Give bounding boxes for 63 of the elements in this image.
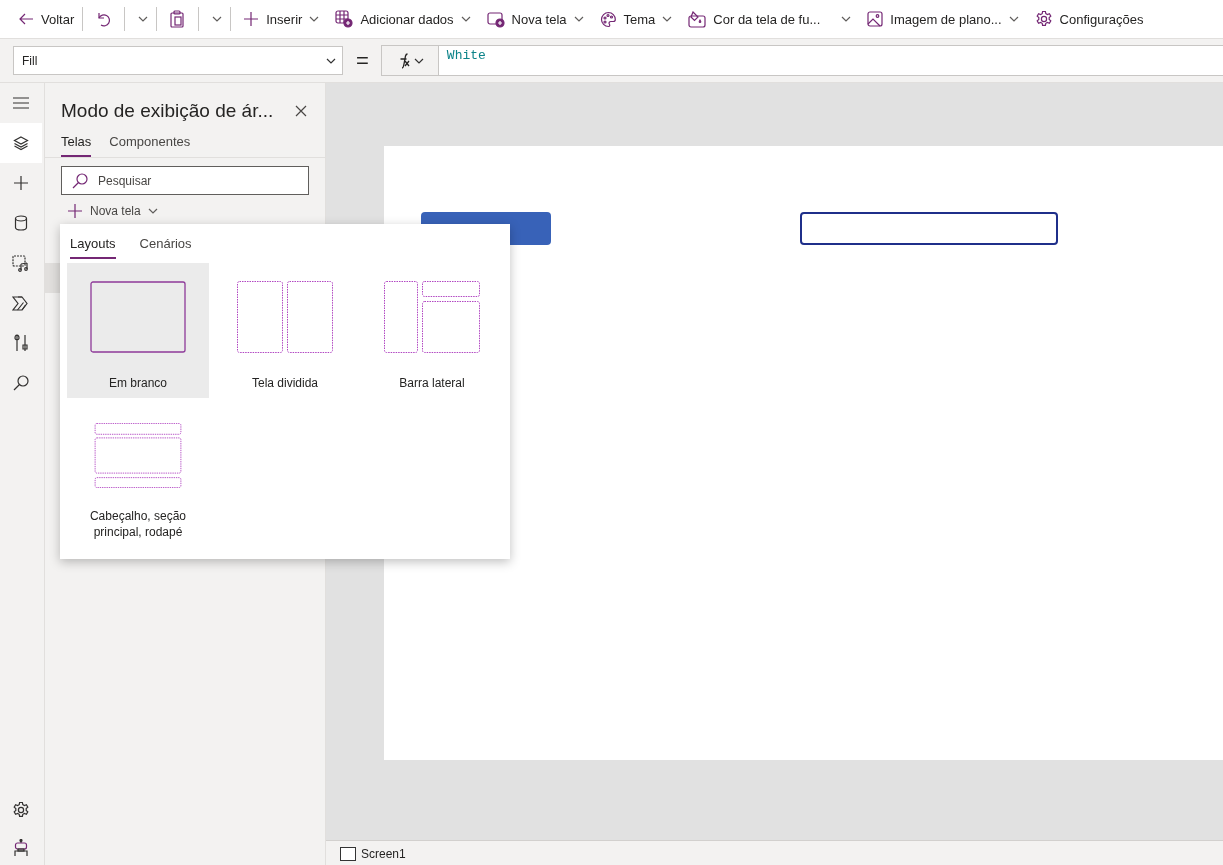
chevron-icon [212,16,223,22]
robot-icon [13,839,29,857]
close-button[interactable] [293,103,309,119]
image-icon [867,11,884,27]
screen-button[interactable]: Nova tela [478,4,592,34]
search-icon [13,375,29,391]
chevron-icon [414,57,425,64]
clipboard-icon [169,10,186,28]
plus-icon [13,175,29,191]
chevron-icon [460,16,471,22]
chevrons-icon [12,295,30,311]
chevron-icon [1008,16,1019,22]
database-icon [14,215,28,231]
theme-button[interactable]: Tema [591,4,681,34]
property-dropdown[interactable]: Fill [13,46,343,75]
paint-bucket-icon [688,10,707,28]
chevron-icon [326,57,336,64]
chevron-icon [309,16,320,22]
formula-field[interactable]: White [437,45,1223,76]
search-field[interactable]: Pesquisar [61,166,309,195]
fill-button[interactable]: Cor da tela de fu... [680,4,860,34]
panel-title: Modo de exibição de ár... [61,100,274,122]
plus-icon [67,203,83,219]
palette-icon [599,10,617,28]
search-icon [72,173,88,189]
text-input[interactable] [800,212,1058,245]
chevron-icon [662,16,673,22]
tools-icon [14,334,28,352]
layout-option[interactable]: Barra lateral [361,263,503,398]
media-icon [12,254,30,272]
chevron-icon [138,16,149,22]
function-button[interactable] [380,45,438,76]
image-button[interactable]: Imagem de plano... [859,4,1027,34]
undo-icon [95,11,112,27]
tab[interactable]: Layouts [70,234,116,259]
layout-option[interactable]: Cabeçalho, seção principal, rodapé [67,405,209,540]
screen-checkbox[interactable] [340,847,356,861]
table-add-icon [335,10,354,28]
insert-button[interactable]: Inserir [235,4,328,34]
back-arrow-icon [18,11,34,27]
screen-name[interactable]: Screen1 [361,847,406,861]
screen-add-icon [486,10,505,28]
new-screen-button[interactable]: Nova tela [65,201,325,221]
layout-option[interactable]: Em branco [67,263,209,398]
data-button[interactable]: Adicionar dados [327,4,479,34]
tab[interactable]: Cenários [139,234,192,259]
chevron-icon [573,16,584,22]
settings-button[interactable]: Configurações [1026,4,1152,34]
plus-icon [243,11,260,27]
rail-button[interactable] [0,123,42,163]
tab[interactable]: Telas [61,132,92,157]
layers-icon [13,135,29,151]
tab[interactable]: Componentes [109,132,191,157]
menu-icon [12,96,30,110]
settings-icon [1034,10,1053,28]
chevron-icon [841,16,852,22]
layout-option[interactable]: Tela dividida [214,263,356,398]
back-button[interactable]: Voltar [10,7,84,31]
equals-sign: = [356,47,369,74]
close-icon [295,105,307,117]
property-value: Fill [22,53,38,68]
settings-icon [12,801,30,819]
chevron-icon [147,208,158,214]
